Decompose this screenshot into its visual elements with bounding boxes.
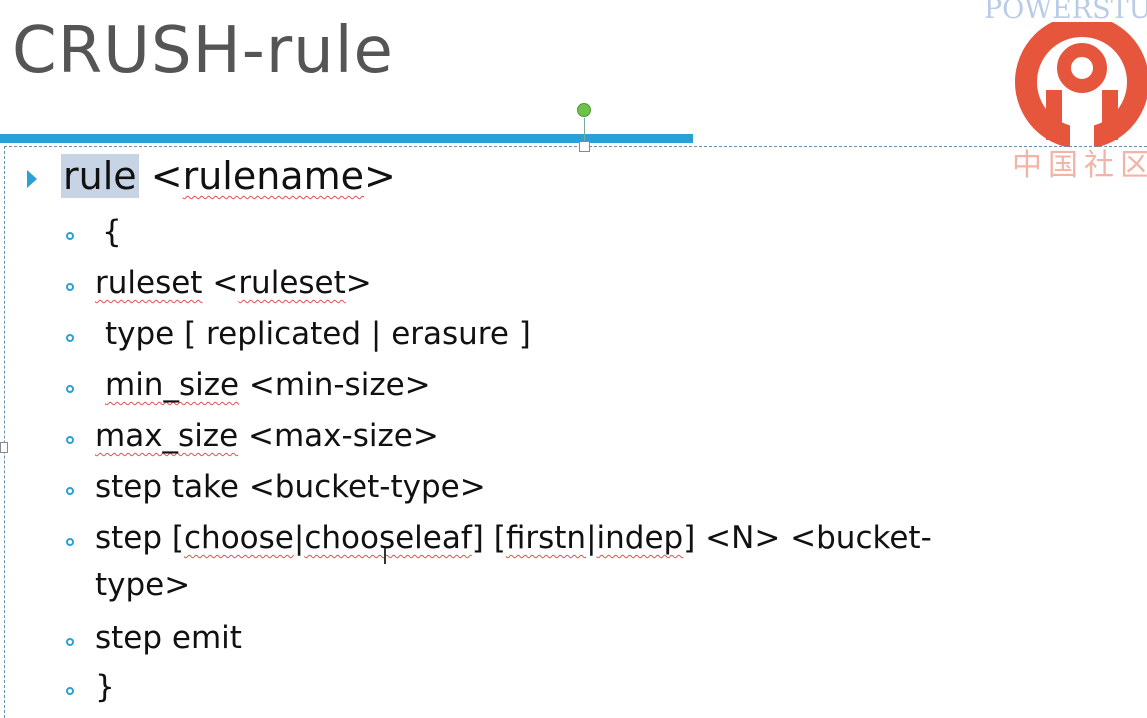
resize-handle-top[interactable] bbox=[579, 141, 590, 152]
bullet-step-choose-continuation: type> bbox=[95, 567, 191, 603]
bullet-type: type [ replicated | erasure ] bbox=[105, 316, 531, 352]
text-segment: ruleset bbox=[238, 265, 346, 301]
bullet-step-take: step take <bucket-type> bbox=[95, 469, 486, 505]
bullet-min-size: min_size <min-size> bbox=[105, 367, 431, 403]
circle-bullet-icon bbox=[66, 487, 74, 495]
text-segment: max_size bbox=[95, 418, 239, 454]
bullet-rule-line: rule <rulename> bbox=[61, 154, 396, 198]
circle-bullet-icon bbox=[66, 687, 74, 695]
text-segment: indep bbox=[596, 520, 684, 556]
bullet-close-brace: } bbox=[95, 669, 115, 705]
text-cursor-icon bbox=[384, 548, 386, 564]
triangle-bullet-icon bbox=[27, 170, 37, 188]
textbox-selection-border-left bbox=[4, 146, 5, 718]
text-segment: ] [ bbox=[471, 520, 506, 556]
circle-bullet-icon bbox=[66, 436, 74, 444]
community-logo-icon bbox=[1015, 22, 1147, 147]
circle-bullet-icon bbox=[66, 538, 74, 546]
text-segment: < bbox=[202, 265, 239, 301]
text-segment: <min-size> bbox=[239, 367, 431, 403]
bullet-step-choose: step [choose|chooseleaf] [firstn|indep] … bbox=[95, 520, 932, 556]
text-segment: < bbox=[138, 154, 183, 198]
text-segment: > bbox=[364, 154, 396, 198]
bullet-open-brace: { bbox=[102, 214, 122, 250]
text-segment: chooseleaf bbox=[304, 520, 472, 556]
selected-text: rule bbox=[61, 154, 139, 198]
bullet-ruleset: ruleset <ruleset> bbox=[95, 265, 372, 301]
circle-bullet-icon bbox=[66, 385, 74, 393]
circle-bullet-icon bbox=[66, 638, 74, 646]
circle-bullet-icon bbox=[66, 232, 74, 240]
text-segment: firstn bbox=[505, 520, 587, 556]
text-segment: | bbox=[293, 520, 305, 556]
text-segment: ruleset bbox=[95, 265, 203, 301]
circle-bullet-icon bbox=[66, 283, 74, 291]
circle-bullet-icon bbox=[66, 334, 74, 342]
bullet-max-size: max_size <max-size> bbox=[95, 418, 439, 454]
rotation-handle[interactable] bbox=[577, 103, 591, 117]
bullet-step-emit: step emit bbox=[95, 620, 242, 656]
slide-title: CRUSH-rule bbox=[12, 14, 394, 88]
text-segment: choose bbox=[184, 520, 294, 556]
text-segment: step [ bbox=[95, 520, 185, 556]
text-segment: | bbox=[586, 520, 597, 556]
text-segment: <max-size> bbox=[238, 418, 439, 454]
resize-handle-left[interactable] bbox=[0, 442, 8, 453]
text-segment: min_size bbox=[105, 367, 240, 403]
textbox-selection-border-top bbox=[4, 146, 1147, 147]
text-segment: rulename bbox=[182, 154, 364, 198]
text-segment: ] <N> <bucket- bbox=[683, 520, 932, 556]
text-segment: > bbox=[345, 265, 372, 301]
